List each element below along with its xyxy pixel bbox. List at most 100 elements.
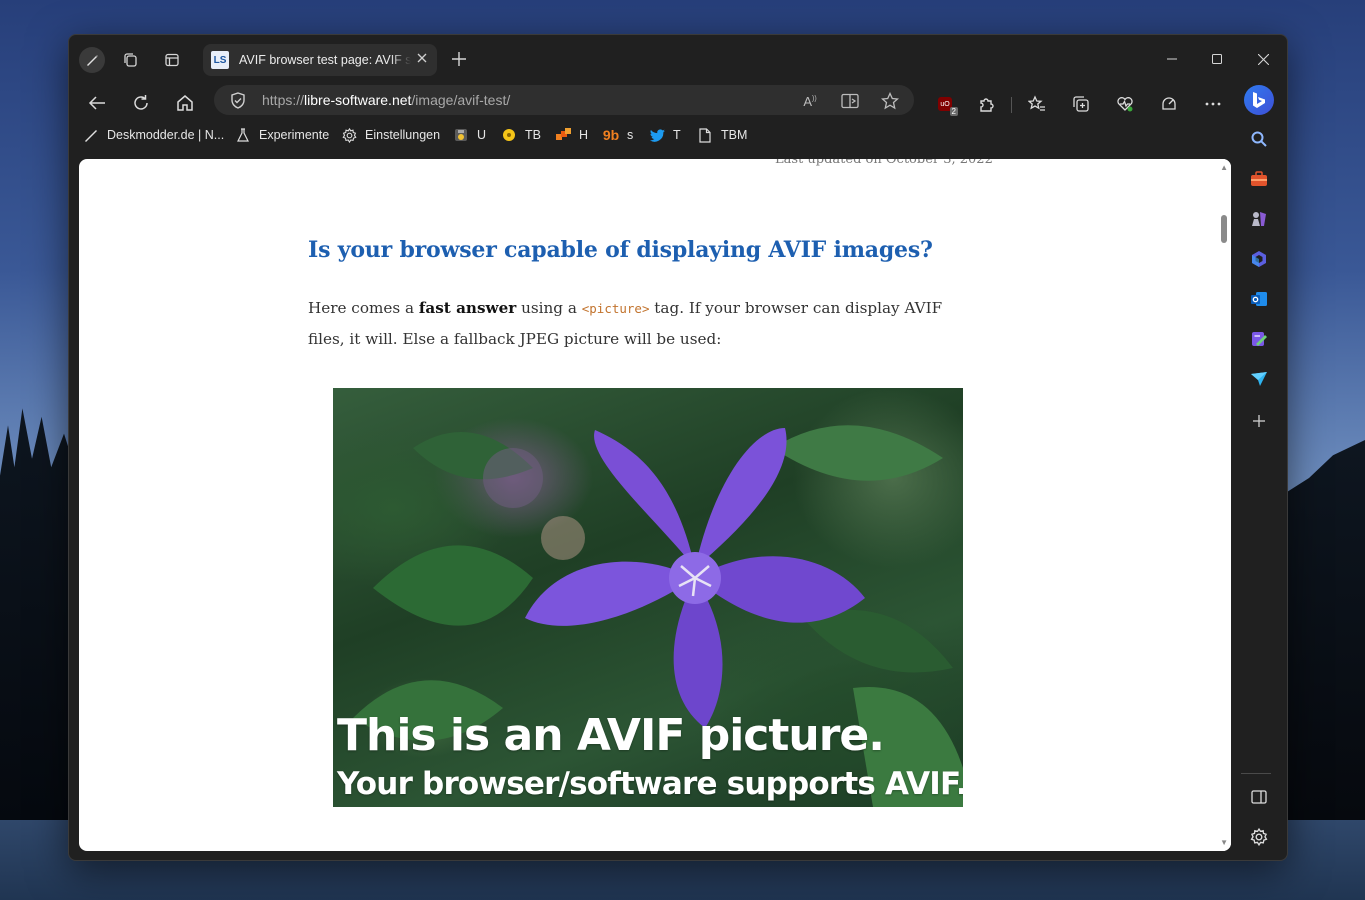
vertical-tabs-button[interactable]	[159, 47, 185, 73]
bookmark-item-u[interactable]: U	[453, 127, 486, 143]
flask-icon	[235, 127, 251, 143]
games-icon	[1252, 212, 1266, 226]
bookmark-label: Einstellungen	[365, 128, 441, 142]
back-arrow-icon	[88, 96, 105, 110]
browser-essentials-button[interactable]	[1113, 92, 1137, 116]
bookmark-item-deskmodder[interactable]: Deskmodder.de | N...	[83, 127, 224, 143]
sidebar-add-button[interactable]	[1247, 409, 1271, 433]
flower-petals	[525, 428, 865, 728]
send-icon	[1251, 372, 1267, 386]
s-favicon: 9b	[602, 127, 620, 143]
u-favicon	[453, 127, 469, 143]
bookmark-item-tb[interactable]: TB	[501, 127, 541, 143]
extensions-button[interactable]	[975, 92, 999, 116]
bing-button[interactable]	[1244, 85, 1274, 115]
performance-button[interactable]	[1157, 92, 1181, 116]
tab-active[interactable]: LS AVIF browser test page: AVIF support	[203, 44, 437, 76]
shield-icon	[231, 92, 245, 109]
plus-icon	[452, 52, 466, 66]
profile-icon	[87, 55, 98, 66]
star-icon	[881, 92, 899, 110]
immersive-reader-button[interactable]	[840, 91, 860, 111]
image-caption-line-1: This is an AVIF picture.	[337, 710, 885, 761]
tab-favicon-icon: LS	[211, 51, 229, 69]
designer-icon	[1252, 332, 1267, 346]
scroll-thumb[interactable]	[1221, 215, 1227, 243]
site-info-button[interactable]	[230, 92, 246, 114]
profile-button[interactable]	[79, 47, 105, 73]
para-text-2: using a	[516, 299, 582, 317]
sidebar-designer-button[interactable]	[1247, 327, 1271, 351]
office-icon	[1252, 251, 1266, 267]
workspaces-icon	[124, 53, 137, 67]
read-aloud-icon: A))	[803, 93, 817, 109]
navigation-bar: https://libre-software.net/image/avif-te…	[69, 83, 1225, 123]
read-aloud-button[interactable]: A))	[800, 91, 820, 111]
sidebar-games-button[interactable]	[1247, 207, 1271, 231]
bookmark-item-h[interactable]: H	[555, 127, 588, 143]
bookmark-item-t[interactable]: T	[649, 127, 681, 143]
sidebar-search-button[interactable]	[1247, 127, 1271, 151]
sidebar-split-screen-button[interactable]	[1247, 785, 1271, 809]
tools-icon	[1251, 171, 1267, 186]
tb-favicon	[501, 127, 517, 143]
home-button[interactable]	[171, 89, 199, 117]
sidebar-divider	[1241, 773, 1271, 774]
url-text[interactable]: https://libre-software.net/image/avif-te…	[262, 92, 510, 108]
sidebar-send-button[interactable]	[1247, 367, 1271, 391]
picture-tag-code: <picture>	[581, 301, 650, 316]
tab-actions-icon	[165, 53, 179, 67]
bookmark-item-einstellungen[interactable]: Einstellungen	[341, 127, 440, 143]
favorite-star-button[interactable]	[880, 91, 900, 111]
ublock-extension-button[interactable]: uO 2	[933, 92, 958, 116]
bookmark-item-experimente[interactable]: Experimente	[235, 127, 329, 143]
sidebar-settings-button[interactable]	[1247, 825, 1271, 849]
refresh-icon	[134, 95, 148, 110]
collections-button[interactable]	[1069, 92, 1093, 116]
wallpaper-trees-right	[1285, 440, 1365, 820]
workspaces-button[interactable]	[117, 47, 143, 73]
back-button[interactable]	[83, 89, 111, 117]
favorites-button[interactable]	[1025, 92, 1049, 116]
search-icon	[1251, 131, 1267, 147]
address-bar[interactable]: https://libre-software.net/image/avif-te…	[214, 85, 914, 115]
bookmark-item-tbm[interactable]: TBM	[697, 127, 747, 143]
sidebar-outlook-button[interactable]	[1247, 287, 1271, 311]
bookmarks-bar: Deskmodder.de | N... Experimente Einstel…	[69, 123, 1225, 151]
add-icon	[1253, 415, 1265, 427]
title-bar: LS AVIF browser test page: AVIF support	[69, 35, 1287, 83]
close-icon	[417, 53, 427, 63]
vertical-scrollbar[interactable]: ▲ ▼	[1217, 159, 1231, 851]
minimize-button[interactable]	[1152, 47, 1192, 71]
para-text-1: Here comes a	[308, 299, 419, 317]
bookmark-label: U	[477, 128, 487, 142]
scroll-up-arrow-icon[interactable]: ▲	[1220, 163, 1228, 172]
scroll-down-arrow-icon[interactable]: ▼	[1220, 838, 1228, 847]
performance-icon	[1162, 97, 1176, 110]
bookmark-item-s[interactable]: 9b s	[603, 127, 633, 143]
avif-test-image: This is an AVIF picture. Your browser/so…	[333, 388, 963, 807]
h-favicon	[555, 127, 571, 143]
home-icon	[177, 95, 193, 111]
intro-paragraph: Here comes a fast answer using a <pictur…	[308, 293, 978, 354]
split-screen-icon	[1251, 790, 1267, 804]
close-window-button[interactable]	[1243, 47, 1283, 71]
more-icon	[1205, 102, 1221, 106]
maximize-button[interactable]	[1197, 47, 1237, 71]
browser-window: LS AVIF browser test page: AVIF support	[68, 34, 1288, 861]
more-button[interactable]	[1201, 92, 1225, 116]
refresh-button[interactable]	[127, 89, 155, 117]
favorites-icon	[1028, 95, 1045, 111]
puzzle-icon	[980, 98, 994, 112]
sidebar-office-button[interactable]	[1247, 247, 1271, 271]
url-host: libre-software.net	[304, 92, 412, 108]
new-tab-button[interactable]	[452, 47, 466, 71]
settings-icon	[1250, 828, 1268, 846]
section-heading: Is your browser capable of displaying AV…	[308, 237, 933, 263]
image-caption-line-2: Your browser/software supports AVIF.	[337, 766, 963, 802]
bing-icon	[1253, 92, 1265, 108]
bookmark-label: H	[579, 128, 589, 142]
tab-close-button[interactable]	[417, 51, 427, 66]
url-path: /image/avif-test/	[411, 92, 511, 108]
sidebar-tools-button[interactable]	[1247, 167, 1271, 191]
